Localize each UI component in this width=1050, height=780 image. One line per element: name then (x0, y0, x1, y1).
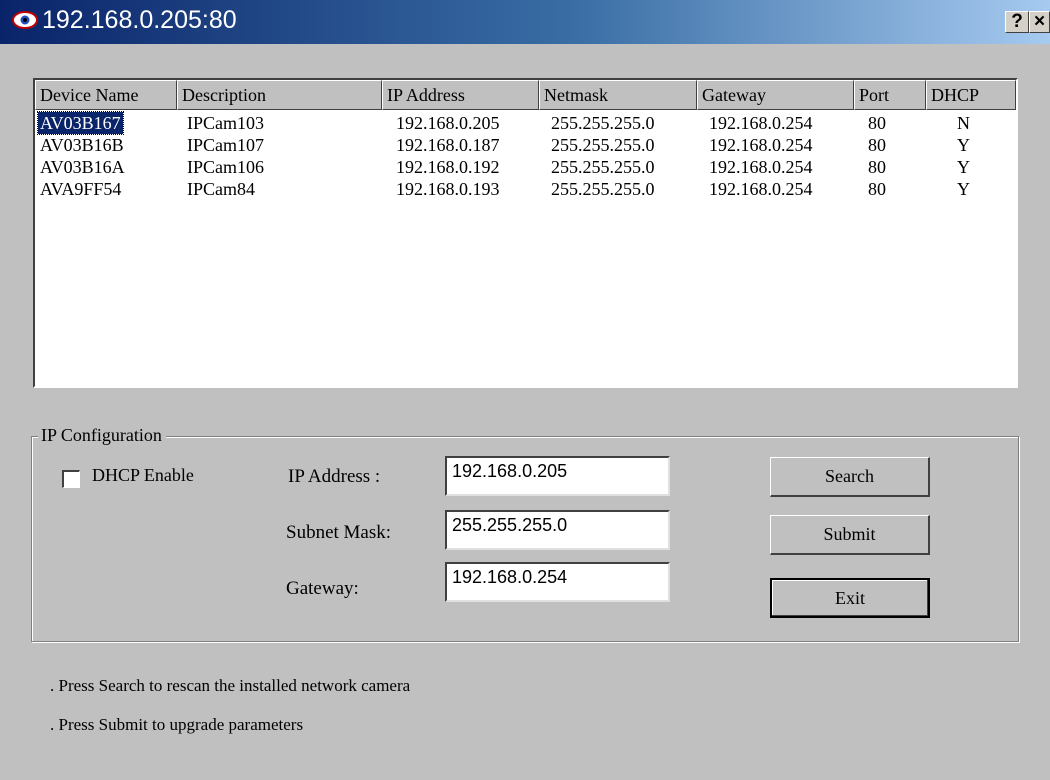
column-header-device-name[interactable]: Device Name (35, 80, 177, 110)
cell-ip-address: 192.168.0.187 (396, 135, 500, 155)
device-list-header: Device Name Description IP Address Netma… (35, 80, 1016, 110)
help-button[interactable]: ? (1005, 11, 1029, 33)
window-title: 192.168.0.205:80 (42, 6, 237, 34)
cell-ip-address: 192.168.0.193 (396, 179, 500, 199)
table-row[interactable]: AV03B167 IPCam103 192.168.0.205 255.255.… (35, 111, 1016, 135)
cell-gateway: 192.168.0.254 (709, 157, 813, 177)
cell-port: 80 (868, 157, 886, 177)
ip-address-field[interactable]: 192.168.0.205 (445, 456, 670, 496)
column-header-ip-address[interactable]: IP Address (382, 80, 539, 110)
cell-port: 80 (868, 179, 886, 199)
search-button[interactable]: Search (770, 457, 930, 497)
column-header-dhcp[interactable]: DHCP (926, 80, 1016, 110)
device-list[interactable]: Device Name Description IP Address Netma… (33, 78, 1018, 388)
dhcp-enable-label[interactable]: DHCP Enable (92, 465, 194, 486)
cell-gateway: 192.168.0.254 (709, 113, 813, 133)
close-button[interactable]: × (1029, 11, 1050, 33)
cell-ip-address: 192.168.0.205 (396, 113, 500, 133)
cell-dhcp: Y (957, 135, 970, 155)
device-list-rows: AV03B167 IPCam103 192.168.0.205 255.255.… (35, 111, 1016, 200)
cell-dhcp: Y (957, 157, 970, 177)
cell-netmask: 255.255.255.0 (551, 135, 655, 155)
cell-netmask: 255.255.255.0 (551, 113, 655, 133)
cell-gateway: 192.168.0.254 (709, 135, 813, 155)
cell-port: 80 (868, 113, 886, 133)
search-hint: . Press Search to rescan the installed n… (50, 676, 411, 695)
camera-app-icon (12, 11, 38, 29)
subnet-mask-label: Subnet Mask: (286, 522, 392, 543)
gateway-field[interactable]: 192.168.0.254 (445, 562, 670, 602)
exit-button[interactable]: Exit (770, 578, 930, 618)
cell-dhcp: N (957, 113, 970, 133)
dhcp-enable-checkbox[interactable] (62, 470, 80, 488)
cell-port: 80 (868, 135, 886, 155)
submit-button[interactable]: Submit (770, 515, 930, 555)
submit-hint: . Press Submit to upgrade parameters (50, 715, 304, 734)
table-row[interactable]: AV03B16A IPCam106 192.168.0.192 255.255.… (35, 156, 1016, 178)
table-row[interactable]: AVA9FF54 IPCam84 192.168.0.193 255.255.2… (35, 178, 1016, 200)
ip-address-label: IP Address : (288, 466, 381, 487)
gateway-label: Gateway: (286, 578, 359, 599)
cell-description: IPCam106 (187, 157, 265, 177)
title-bar[interactable]: 192.168.0.205:80 ? × (0, 0, 1050, 44)
cell-dhcp: Y (957, 179, 970, 199)
cell-description: IPCam84 (187, 179, 256, 199)
table-row[interactable]: AV03B16B IPCam107 192.168.0.187 255.255.… (35, 134, 1016, 156)
column-header-netmask[interactable]: Netmask (539, 80, 697, 110)
cell-device-name: AV03B167 (37, 111, 124, 135)
ip-configuration-label: IP Configuration (38, 425, 166, 446)
column-header-port[interactable]: Port (854, 80, 926, 110)
cell-ip-address: 192.168.0.192 (396, 157, 500, 177)
cell-description: IPCam107 (187, 135, 265, 155)
column-header-description[interactable]: Description (177, 80, 382, 110)
cell-device-name: AV03B16A (40, 157, 125, 177)
column-header-gateway[interactable]: Gateway (697, 80, 854, 110)
cell-gateway: 192.168.0.254 (709, 179, 813, 199)
cell-device-name: AVA9FF54 (40, 179, 122, 199)
subnet-mask-field[interactable]: 255.255.255.0 (445, 510, 670, 550)
cell-netmask: 255.255.255.0 (551, 179, 655, 199)
cell-netmask: 255.255.255.0 (551, 157, 655, 177)
cell-description: IPCam103 (187, 113, 265, 133)
cell-device-name: AV03B16B (40, 135, 124, 155)
